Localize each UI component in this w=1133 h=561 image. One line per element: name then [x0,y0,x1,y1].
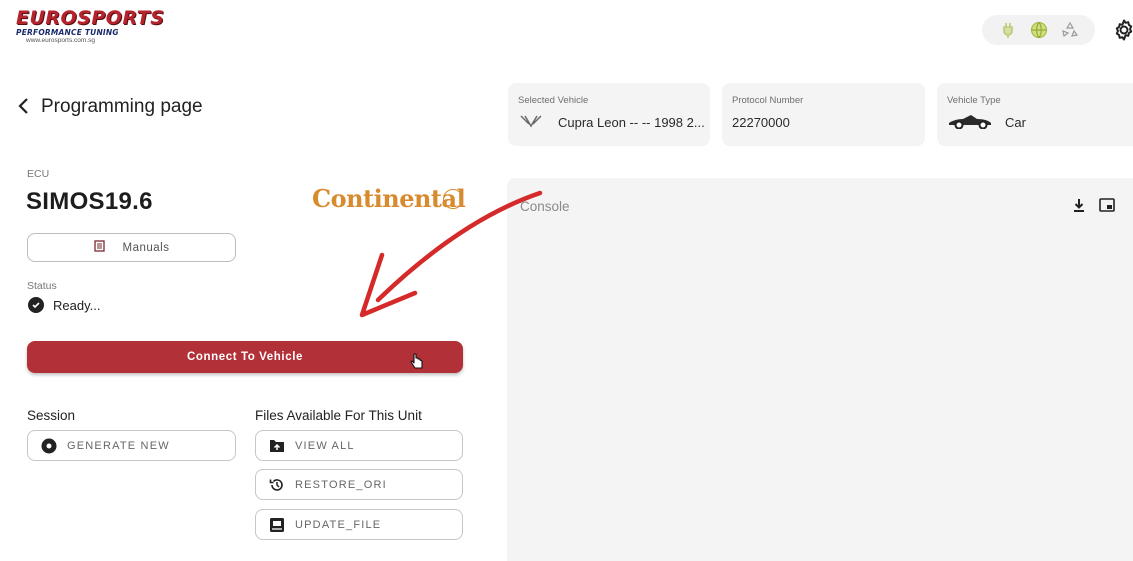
update-file-label: UPDATE_FILE [295,518,382,531]
view-all-button[interactable]: VIEW ALL [255,430,463,461]
status-value: Ready... [53,297,101,313]
back-button[interactable] [16,94,32,118]
session-title: Session [27,408,76,423]
protocol-number-label: Protocol Number [732,95,804,106]
vehicle-type-card: Vehicle Type Car [937,83,1133,146]
console-panel[interactable]: Console [507,178,1133,561]
book-icon [93,240,105,255]
download-icon[interactable] [1070,196,1088,214]
restore-ori-button[interactable]: RESTORE_ORI [255,469,463,500]
view-all-label: VIEW ALL [295,439,355,452]
ecu-label: ECU [27,168,50,180]
connection-status-pill[interactable] [982,15,1095,45]
connect-to-vehicle-button[interactable]: Connect To Vehicle [27,341,463,373]
ecu-name: SIMOS19.6 [26,188,153,215]
restore-ori-label: RESTORE_ORI [295,478,387,491]
brand-name: EUROSPORTS [16,7,165,29]
file-update-icon [268,516,285,533]
picture-in-picture-icon[interactable] [1098,196,1116,214]
page-title: Programming page [41,96,203,117]
folder-upload-icon [268,437,285,454]
usb-plug-icon [999,21,1017,39]
manuals-button[interactable]: Manuals [27,233,236,262]
brand-url: www.eurosports.com.sg [26,37,95,44]
status-label: Status [27,280,57,292]
car-icon [947,113,993,134]
cupra-logo-icon [520,114,542,133]
generate-new-button[interactable]: GENERATE NEW [27,430,236,461]
protocol-number-card: Protocol Number 22270000 [722,83,925,146]
check-circle-icon [28,297,44,313]
files-title: Files Available For This Unit [255,408,422,423]
selected-vehicle-value: Cupra Leon -- -- 1998 2... [558,115,705,130]
selected-vehicle-label: Selected Vehicle [518,95,589,106]
globe-icon [1030,21,1048,39]
generate-new-label: GENERATE NEW [67,439,170,452]
continental-horse-icon [443,189,463,209]
recycle-icon [1061,21,1079,39]
vehicle-type-label: Vehicle Type [947,95,1001,106]
gear-icon[interactable] [1112,18,1133,42]
vehicle-type-value: Car [1005,115,1026,130]
manuals-label: Manuals [122,241,170,254]
brand-tagline: PERFORMANCE TUNING [16,28,119,37]
brand-logo: EUROSPORTS PERFORMANCE TUNING www.eurosp… [16,7,165,45]
chevron-left-icon [18,98,28,114]
selected-vehicle-card[interactable]: Selected Vehicle Cupra Leon -- -- 1998 2… [508,83,710,146]
console-title: Console [520,199,570,214]
hand-cursor-icon [410,353,424,376]
history-icon [268,476,285,493]
protocol-number-value: 22270000 [732,115,790,130]
update-file-button[interactable]: UPDATE_FILE [255,509,463,540]
status-indicator: Ready... [28,297,100,313]
add-circle-icon [40,437,57,454]
connect-button-label: Connect To Vehicle [186,351,304,363]
